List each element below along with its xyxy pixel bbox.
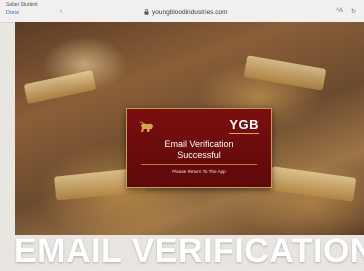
url-text: youngbloodindustries.com [152, 8, 228, 16]
card-subtitle: Please Return To The App [172, 169, 226, 174]
browser-toolbar: Safari Student Done ‹ youngbloodindustri… [0, 0, 364, 23]
title-line-2: Successful [177, 150, 221, 160]
toolbar-right: ᴬA ↻ [336, 8, 356, 15]
lock-icon [144, 9, 149, 15]
gold-bar-decoration [268, 166, 357, 202]
gold-bar-decoration [243, 55, 327, 91]
brand-logo: YGB [229, 117, 259, 132]
bull-icon [139, 120, 155, 139]
reload-icon[interactable]: ↻ [351, 8, 356, 15]
brand-underline [229, 133, 259, 134]
status-text: Safari Student [6, 2, 38, 8]
verification-card: YGB Email Verification Successful Please… [126, 108, 272, 188]
done-button[interactable]: Done [6, 10, 19, 16]
gold-bar-decoration [23, 69, 97, 105]
card-divider [141, 164, 257, 165]
card-title: Email Verification Successful [127, 139, 271, 161]
aa-text-icon[interactable]: ᴬA [336, 8, 343, 15]
caption-heading: EMAIL VERIFICATION [14, 232, 364, 270]
address-bar[interactable]: youngbloodindustries.com [144, 7, 228, 17]
title-line-1: Email Verification [164, 139, 234, 149]
chevron-left-icon[interactable]: ‹ [60, 9, 62, 15]
